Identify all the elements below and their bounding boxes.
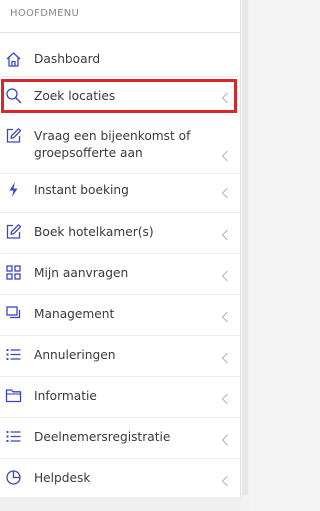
grid-icon: [5, 264, 22, 281]
menu-item-management[interactable]: Management: [0, 305, 240, 325]
divider: [0, 294, 240, 295]
chevron-left-icon: [221, 229, 229, 241]
divider: [0, 417, 240, 418]
divider: [0, 212, 240, 213]
lightning-icon: [5, 181, 22, 198]
chevron-left-icon: [221, 475, 229, 487]
divider: [0, 76, 240, 77]
menu-item-informatie[interactable]: Informatie: [0, 387, 240, 407]
divider: [0, 173, 240, 174]
list-icon: [5, 346, 22, 363]
scrollbar-thumb[interactable]: [242, 0, 248, 495]
edit-icon: [5, 223, 22, 240]
menu-item-label: Helpdesk: [34, 471, 91, 485]
menu-item-label: Mijn aanvragen: [34, 266, 129, 280]
menu-item-annuleringen[interactable]: Annuleringen: [0, 346, 240, 366]
menu-item-label: Deelnemersregistratie: [34, 430, 171, 444]
pie-chart-icon: [5, 469, 22, 486]
list-icon: [5, 428, 22, 445]
scrollbar[interactable]: [241, 0, 249, 511]
menu-header: HOOFDMENU: [10, 8, 80, 19]
divider: [0, 335, 240, 336]
home-icon: [5, 51, 22, 68]
menu-item-label-line2: groepsofferte aan: [34, 146, 143, 160]
divider: [0, 376, 240, 377]
menu-item-helpdesk[interactable]: Helpdesk: [0, 469, 240, 489]
sidebar-main-menu: HOOFDMENU Dashboard Zoek locaties Vraag …: [0, 0, 241, 511]
menu-item-label: Boek hotelkamer(s): [34, 225, 154, 239]
menu-item-vraag-bijeenkomst[interactable]: Vraag een bijeenkomst of groepsofferte a…: [0, 126, 240, 166]
chevron-left-icon: [221, 393, 229, 405]
header-divider: [0, 32, 240, 33]
menu-item-label: Informatie: [34, 389, 97, 403]
menu-item-label: Dashboard: [34, 52, 101, 66]
chevron-left-icon: [221, 187, 229, 199]
edit-icon: [5, 127, 22, 144]
selected-item-highlight: [1, 79, 237, 113]
chevron-left-icon: [221, 434, 229, 446]
chevron-left-icon: [221, 311, 229, 323]
footer-strip: [0, 497, 241, 511]
chevron-left-icon: [221, 270, 229, 282]
menu-item-instant-boeking[interactable]: Instant boeking: [0, 181, 240, 201]
folder-icon: [5, 387, 22, 404]
divider: [0, 253, 240, 254]
divider: [0, 458, 240, 459]
menu-item-mijn-aanvragen[interactable]: Mijn aanvragen: [0, 264, 240, 284]
menu-item-dashboard[interactable]: Dashboard: [0, 50, 240, 70]
copy-icon: [5, 305, 22, 322]
menu-item-label: Annuleringen: [34, 348, 116, 362]
chevron-left-icon: [221, 150, 229, 162]
menu-item-deelnemersregistratie[interactable]: Deelnemersregistratie: [0, 428, 240, 448]
menu-item-boek-hotelkamers[interactable]: Boek hotelkamer(s): [0, 223, 240, 243]
menu-item-label: Management: [34, 307, 115, 321]
menu-item-label: Instant boeking: [34, 183, 129, 197]
chevron-left-icon: [221, 352, 229, 364]
